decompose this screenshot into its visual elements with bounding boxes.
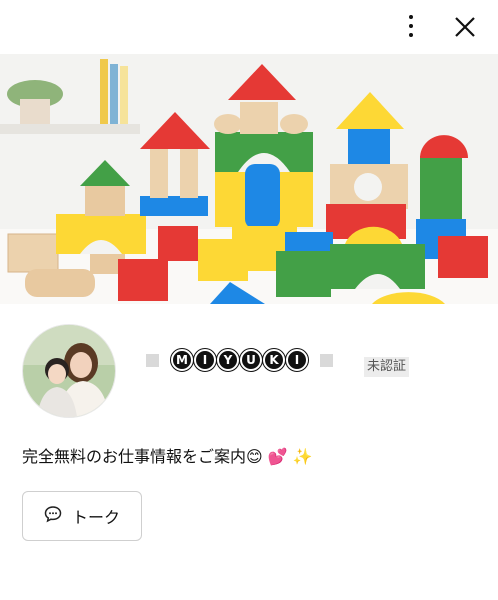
avatar[interactable] (22, 324, 116, 418)
close-icon[interactable] (448, 10, 482, 44)
status-message: 完全無料のお仕事情報をご案内😊 💕 ✨ (22, 443, 313, 467)
name-letter: U (239, 348, 263, 372)
talk-button-label: トーク (71, 508, 120, 527)
decoration-square (146, 353, 159, 367)
cover-image (0, 54, 498, 304)
name-letter: K (262, 348, 286, 372)
status-emojis: 😊 💕 ✨ (246, 447, 313, 466)
name-letter: I (193, 348, 217, 372)
verification-badge: 未認証 (364, 357, 410, 377)
profile-name: M I Y U K I (146, 344, 333, 376)
decoration-square (320, 353, 333, 367)
status-text: 完全無料のお仕事情報をご案内 (22, 447, 247, 466)
more-vertical-icon[interactable] (396, 10, 426, 42)
name-letter: I (285, 348, 309, 372)
talk-button[interactable]: トーク (22, 491, 142, 541)
name-letters: M I Y U K I (170, 348, 309, 372)
name-letter: Y (216, 348, 240, 372)
chat-bubble-icon (44, 505, 62, 527)
top-bar (0, 0, 498, 54)
name-letter: M (170, 348, 194, 372)
